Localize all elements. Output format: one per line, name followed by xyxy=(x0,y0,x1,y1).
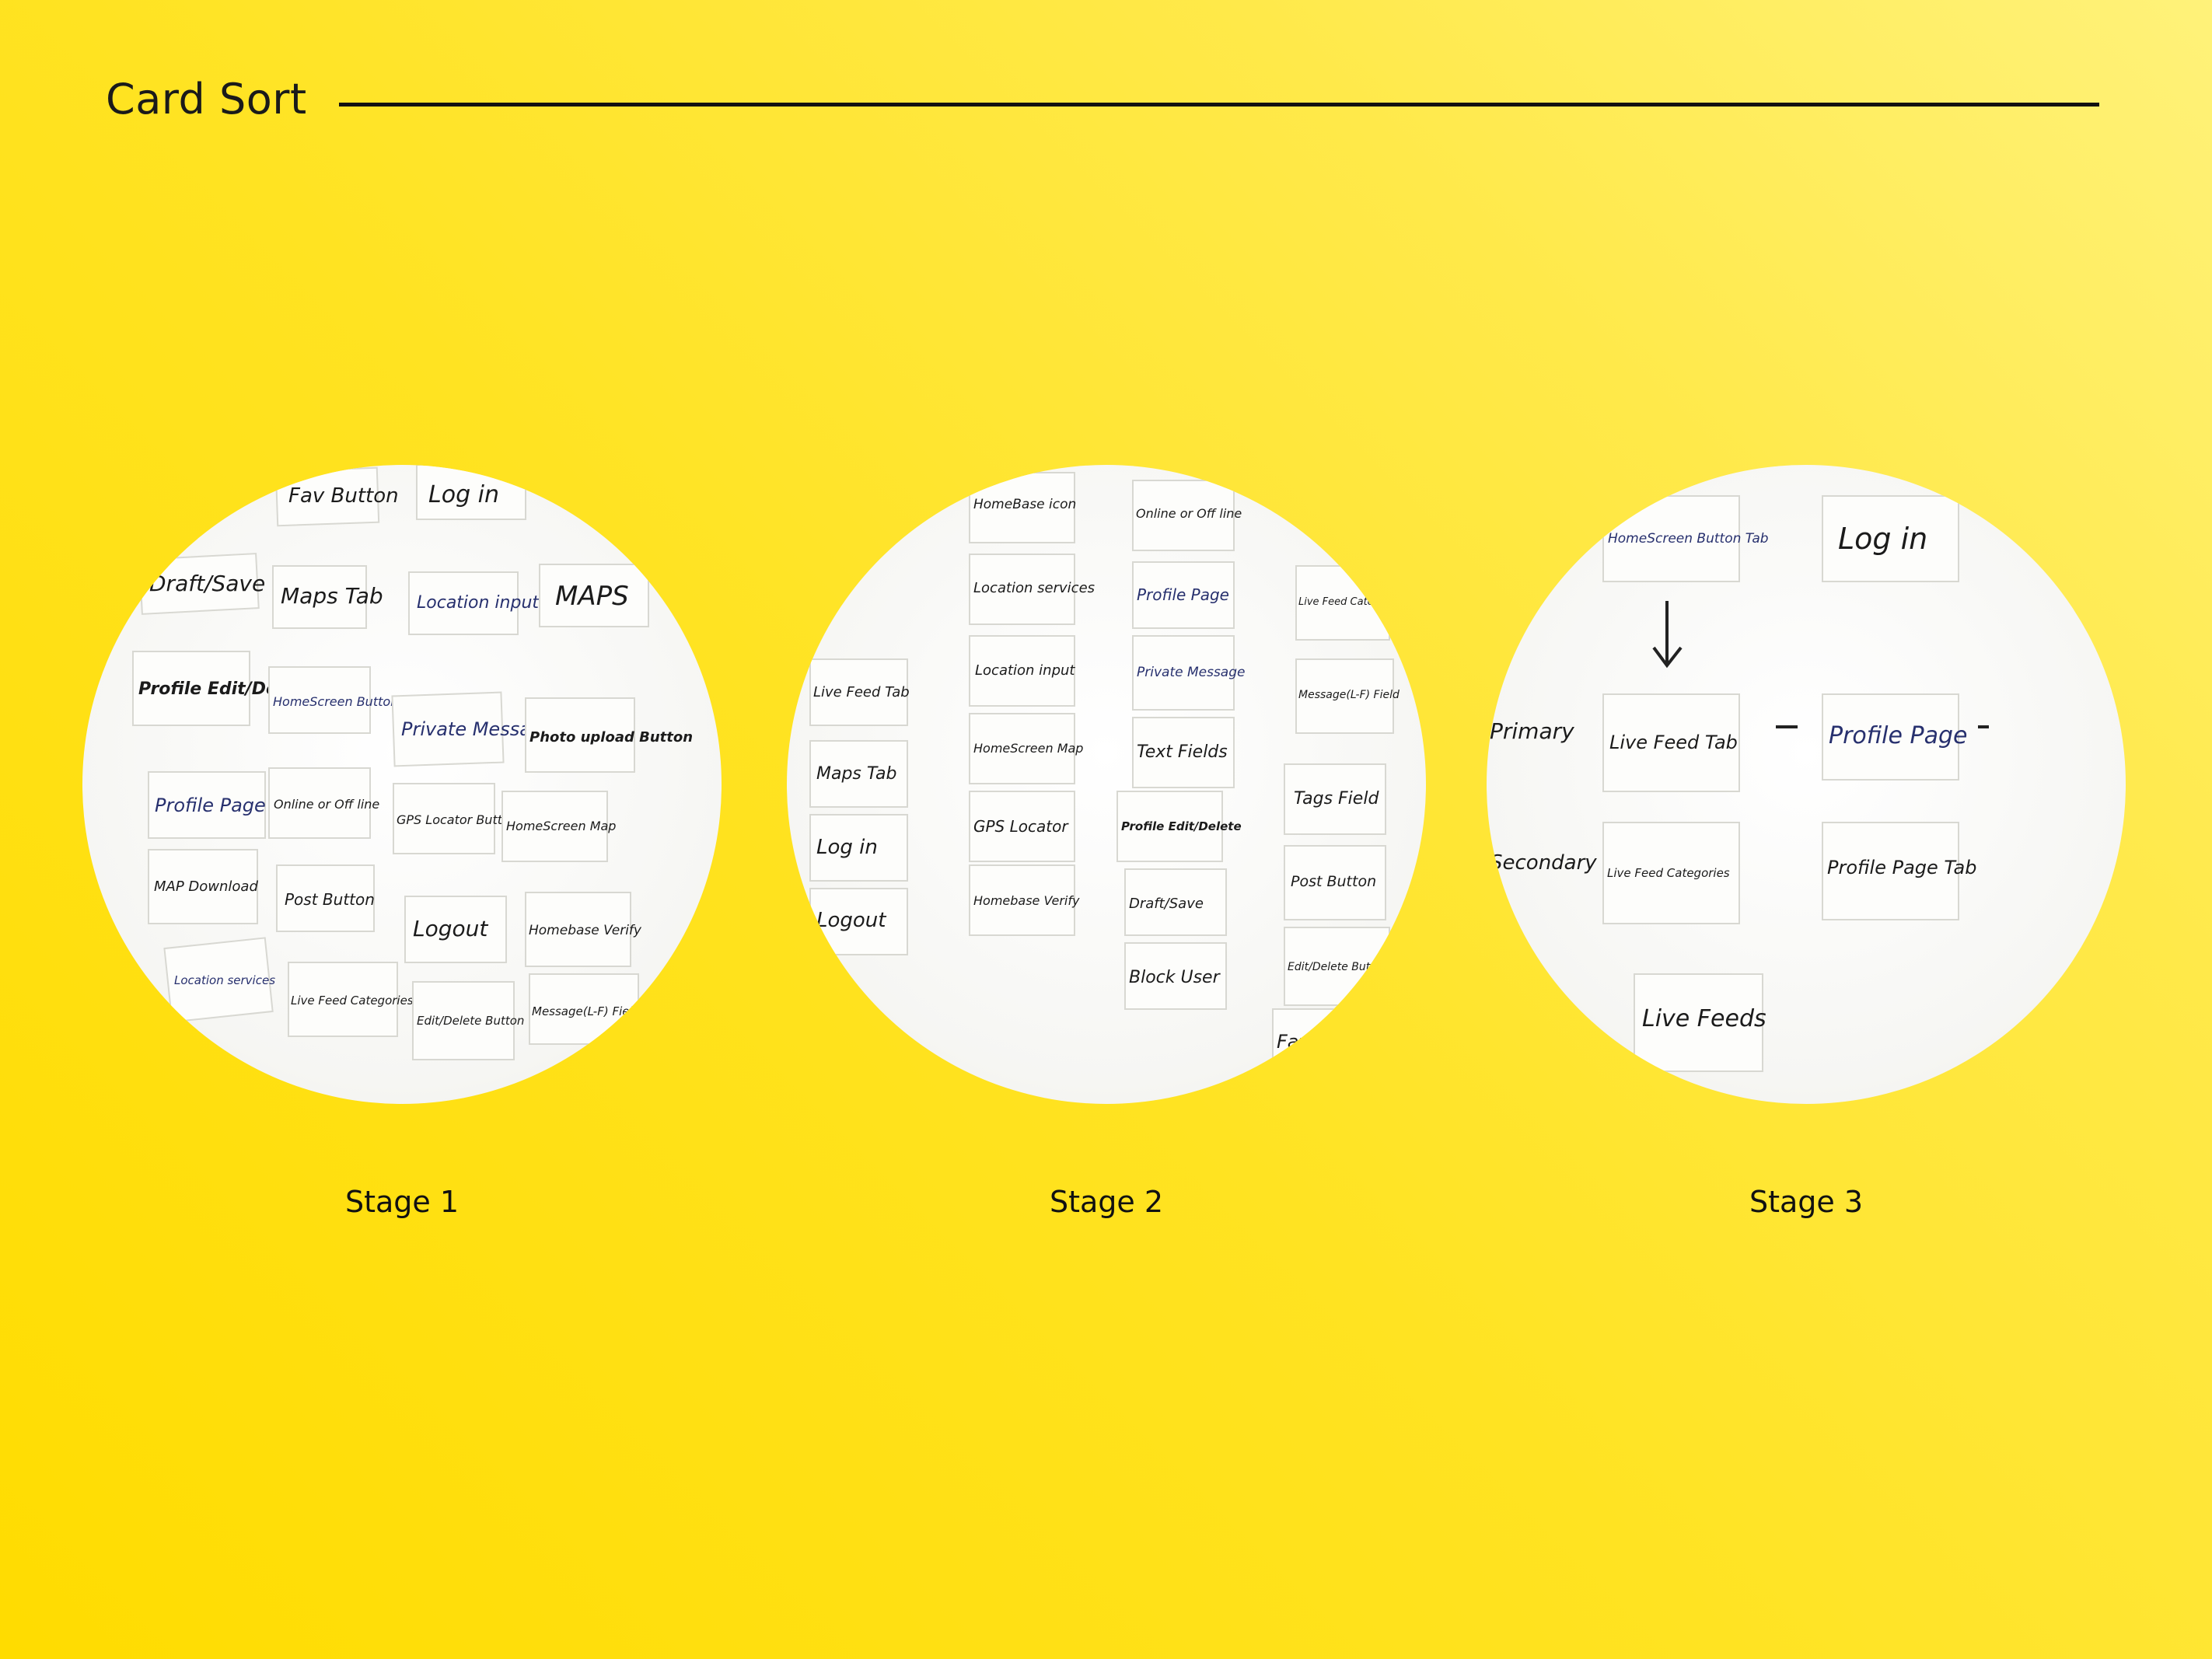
card-label: Message(L-F) Field xyxy=(1298,689,1400,701)
card-label: HomeScreen Map xyxy=(973,741,1083,756)
card-label: Log in xyxy=(816,836,878,859)
page-title: Card Sort xyxy=(106,75,307,124)
card-label: Homebase Verify xyxy=(529,923,642,938)
stage-1-photo: Fav Button Log in Draft/Save Maps Tab Lo… xyxy=(82,465,722,1104)
stage-3-card-wall: HomeScreen Button Tab Log in Primary Liv… xyxy=(1490,495,1989,1072)
card-label: Profile Page Tab xyxy=(1827,857,1976,878)
card-label: Fav xyxy=(1277,1031,1311,1053)
card-label: Message(L-F) Field xyxy=(532,1004,641,1018)
card-label: Location input xyxy=(975,662,1075,679)
card-label: Profile Page xyxy=(1137,585,1229,604)
card-label: Online or Off line xyxy=(274,797,379,812)
card-label: Live Feeds xyxy=(1642,1005,1766,1032)
card-label: GPS Locator Button xyxy=(397,812,518,827)
card-label: Location services xyxy=(973,580,1095,596)
card-label: Edit/Delete Button xyxy=(417,1014,524,1028)
card-label: Homebase Verify xyxy=(973,893,1080,908)
card-label: Profile Edit/Delete xyxy=(1121,819,1242,833)
stage-2-card-wall: HomeBase icon Online or Off line Profile… xyxy=(809,472,1405,1072)
hierarchy-arrow xyxy=(1652,601,1683,669)
card-label: Location services xyxy=(174,973,275,987)
card-label: MAPS xyxy=(555,581,629,612)
card-label: Live Feed Categories xyxy=(1607,866,1730,880)
card-label: Location input xyxy=(417,593,540,613)
card-label: Block User xyxy=(1129,968,1221,987)
level-label-secondary: Secondary xyxy=(1490,851,1597,875)
card-label: Logout xyxy=(816,909,886,932)
card-label: HomeBase icon xyxy=(973,497,1076,512)
card-label: Edit/Delete Button xyxy=(1288,961,1388,973)
card-label: Log in xyxy=(428,481,499,508)
card-label: Draft/Save xyxy=(149,571,265,596)
card-label: Photo upload Button xyxy=(529,729,693,746)
card-label: Private Message xyxy=(1137,665,1245,680)
card-label: HomeScreen Button Tab xyxy=(1608,531,1769,547)
card-label: Draft/Save xyxy=(1129,896,1204,912)
stage-3-label: Stage 3 xyxy=(1749,1185,1864,1219)
level-label-primary: Primary xyxy=(1490,718,1574,744)
card-label: Online or Off line xyxy=(1136,506,1242,521)
card-label: Text Fields xyxy=(1137,742,1228,762)
card-label: Maps Tab xyxy=(816,764,896,784)
card-label: Logout xyxy=(413,916,488,941)
card-label: Live Feed Tab xyxy=(1609,732,1738,753)
card-label: GPS Locator xyxy=(973,817,1069,836)
stage-2-photo: HomeBase icon Online or Off line Profile… xyxy=(787,465,1426,1104)
card-label: Maps Tab xyxy=(281,583,383,609)
card-label: Fav Button xyxy=(288,484,399,508)
card-label: Live Feed Categories xyxy=(1298,596,1405,608)
stage-3-photo: HomeScreen Button Tab Log in Primary Liv… xyxy=(1487,465,2126,1104)
stage-2-label: Stage 2 xyxy=(1049,1185,1164,1219)
card-label: MAP Download xyxy=(154,878,258,895)
stage-1-card-wall: Fav Button Log in Draft/Save Maps Tab Lo… xyxy=(132,465,693,1060)
card-label: Live Feed Categories xyxy=(291,994,414,1008)
stage-1-label: Stage 1 xyxy=(344,1185,460,1219)
card-label: Post Button xyxy=(1291,873,1376,890)
card-label: HomeScreen Map xyxy=(506,819,616,833)
card-label: Log in xyxy=(1838,522,1927,556)
card-label: Post Button xyxy=(285,890,375,909)
card-label: Live Feed Tab xyxy=(813,684,910,700)
card-label: Profile Page xyxy=(1829,722,1967,749)
card-label: Profile Page xyxy=(155,795,266,816)
card-label: Tags Field xyxy=(1294,789,1379,809)
title-divider xyxy=(339,103,2099,107)
